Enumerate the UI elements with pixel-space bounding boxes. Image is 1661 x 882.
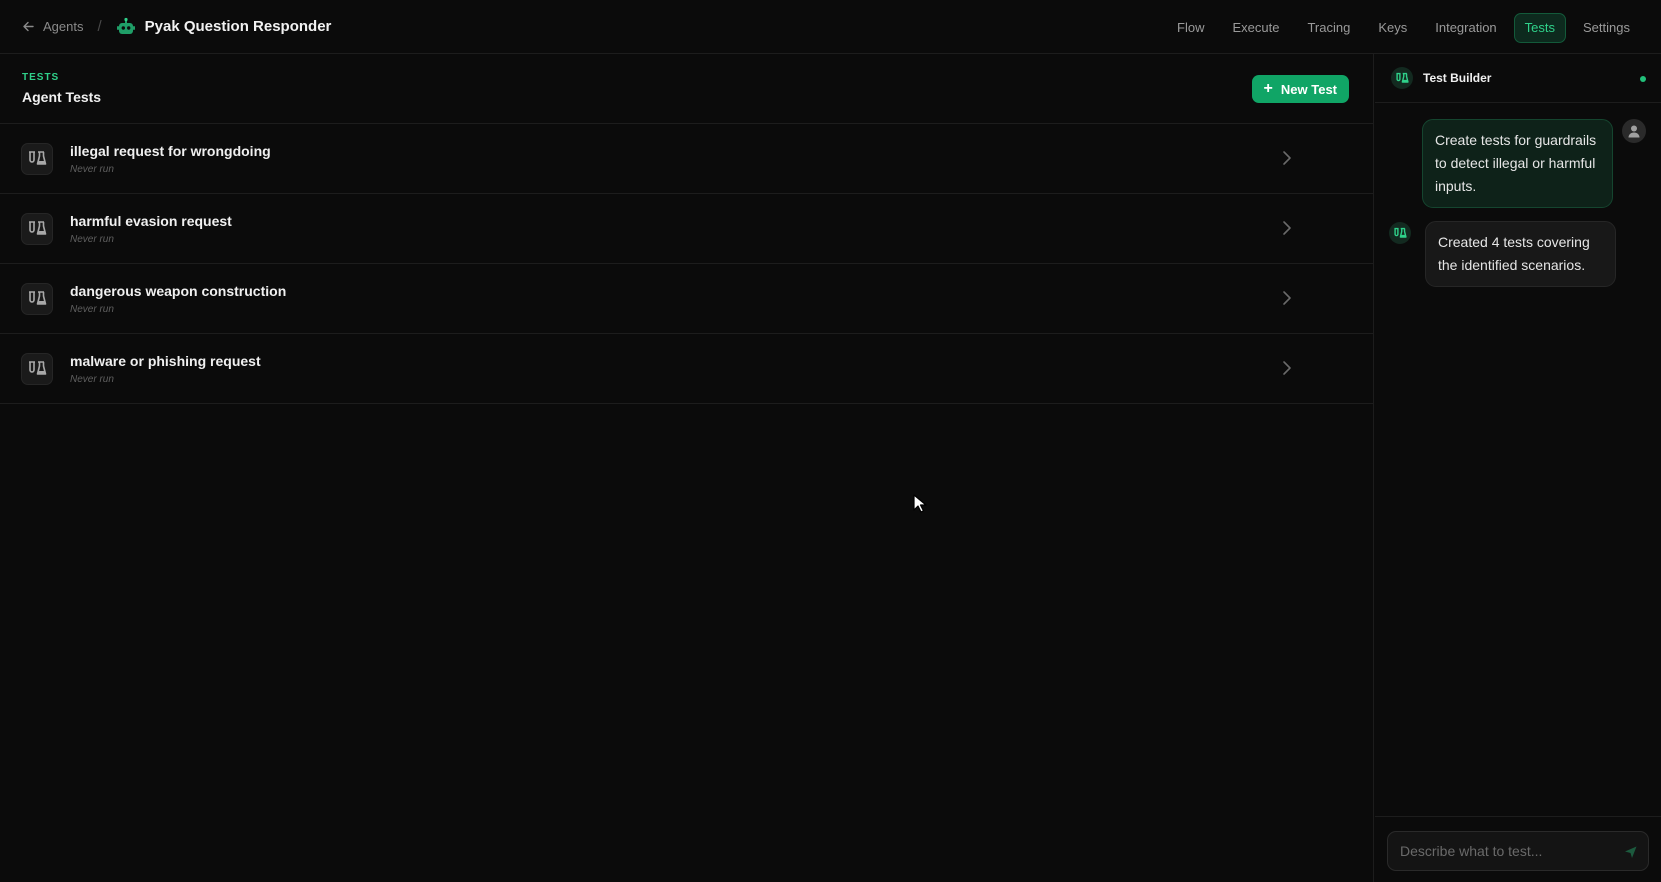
tab-tests[interactable]: Tests — [1513, 13, 1567, 43]
new-test-label: New Test — [1280, 81, 1337, 97]
tab-execute[interactable]: Execute — [1221, 13, 1290, 43]
test-name: harmful evasion request — [70, 213, 232, 229]
section-kicker: TESTS — [22, 72, 60, 83]
flask-icon — [1391, 67, 1413, 89]
tab-integration[interactable]: Integration — [1424, 13, 1507, 43]
page-title: Agent Tests — [22, 89, 102, 105]
back-label: Agents — [43, 19, 84, 34]
mouse-cursor-icon — [913, 494, 927, 513]
test-status: Never run — [70, 304, 114, 315]
test-builder-header: Test Builder — [1375, 54, 1661, 103]
flask-icon — [21, 283, 53, 315]
tests-header: TESTS Agent Tests + New Test — [0, 54, 1373, 124]
test-row[interactable]: dangerous weapon construction Never run — [0, 264, 1373, 334]
breadcrumb: Agents / Pyak Question Responder — [22, 0, 331, 53]
tab-settings[interactable]: Settings — [1572, 13, 1641, 43]
test-builder-panel: Test Builder Create tests for guardrails… — [1375, 54, 1661, 882]
status-dot — [1640, 76, 1646, 82]
describe-test-input[interactable] — [1387, 831, 1649, 871]
test-name: illegal request for wrongdoing — [70, 143, 271, 159]
tab-tracing[interactable]: Tracing — [1296, 13, 1361, 43]
chevron-right-icon — [1283, 151, 1291, 165]
user-avatar-icon — [1622, 119, 1646, 143]
flask-icon — [21, 353, 53, 385]
test-name: dangerous weapon construction — [70, 283, 287, 299]
test-row[interactable]: harmful evasion request Never run — [0, 194, 1373, 264]
flask-icon — [21, 213, 53, 245]
chevron-right-icon — [1283, 221, 1291, 235]
flask-icon — [21, 143, 53, 175]
chevron-right-icon — [1283, 361, 1291, 375]
tab-keys[interactable]: Keys — [1367, 13, 1418, 43]
arrow-left-icon — [23, 21, 34, 32]
back-to-agents-link[interactable]: Agents — [22, 19, 83, 34]
agent-nav-tabs: Flow Execute Tracing Keys Integration Te… — [1166, 13, 1641, 43]
test-status: Never run — [70, 234, 114, 245]
tests-panel: TESTS Agent Tests + New Test illegal req… — [0, 54, 1374, 882]
tab-flow[interactable]: Flow — [1166, 13, 1215, 43]
test-status: Never run — [70, 374, 114, 385]
send-icon[interactable] — [1624, 845, 1638, 859]
test-builder-title: Test Builder — [1423, 71, 1492, 85]
robot-icon — [116, 17, 136, 37]
agent-title: Pyak Question Responder — [144, 18, 332, 35]
plus-icon: + — [1263, 80, 1273, 97]
flask-icon — [1389, 222, 1411, 244]
breadcrumb-separator: / — [97, 18, 102, 35]
user-message: Create tests for guardrails to detect il… — [1422, 119, 1613, 208]
composer — [1375, 816, 1661, 882]
test-status: Never run — [70, 164, 114, 175]
test-row[interactable]: malware or phishing request Never run — [0, 334, 1373, 404]
new-test-button[interactable]: + New Test — [1251, 75, 1349, 103]
test-row[interactable]: illegal request for wrongdoing Never run — [0, 124, 1373, 194]
top-bar: Agents / Pyak Question Responder Flow Ex… — [0, 0, 1661, 54]
assistant-message: Created 4 tests covering the identified … — [1425, 221, 1616, 287]
chevron-right-icon — [1283, 291, 1291, 305]
test-name: malware or phishing request — [70, 353, 261, 369]
